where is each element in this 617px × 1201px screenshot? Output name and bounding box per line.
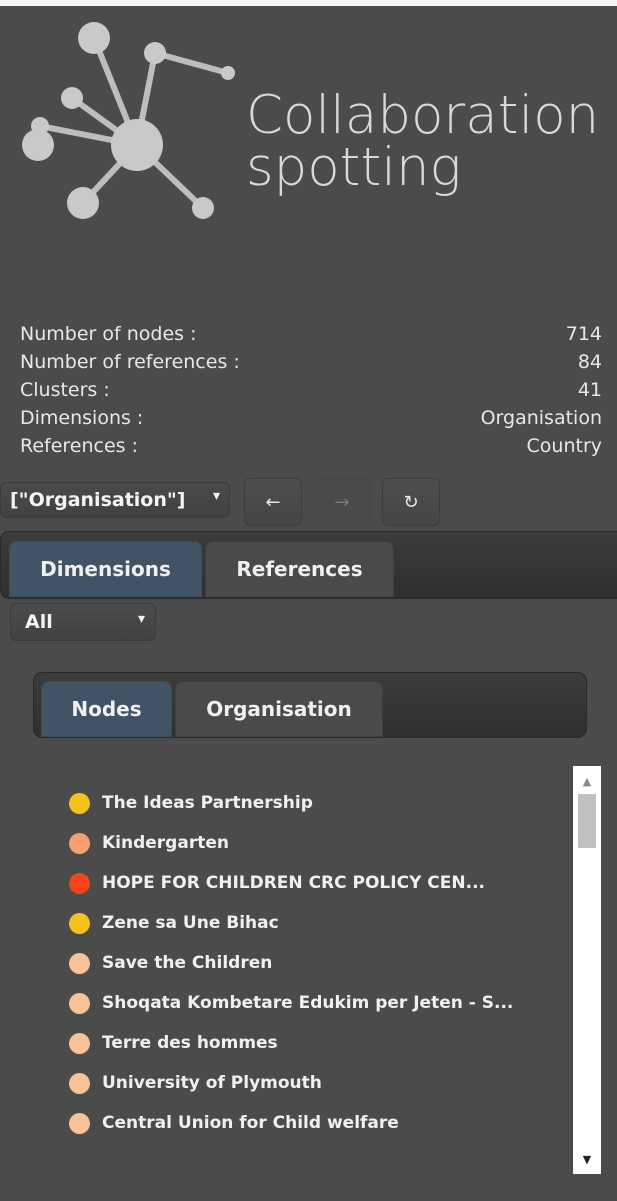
tab-nodes[interactable]: Nodes (41, 681, 172, 737)
app-title: Collaboration spotting (246, 85, 600, 198)
tab-label: Dimensions (40, 557, 171, 581)
list-item[interactable]: The Ideas Partnership (60, 783, 572, 823)
arrow-left-icon: ← (265, 491, 281, 513)
stat-value: Country (526, 435, 602, 457)
list-item[interactable]: Central Union for Child welfare (60, 1103, 572, 1143)
refresh-button[interactable]: ↻ (382, 478, 440, 526)
stat-value: Organisation (480, 407, 602, 429)
stat-label: Dimensions : (20, 407, 144, 429)
node-label: Central Union for Child welfare (102, 1113, 399, 1133)
node-list-scrollbar[interactable]: ▲ ▼ (573, 766, 601, 1174)
cluster-color-dot (69, 1072, 90, 1094)
back-button[interactable]: ← (244, 478, 302, 526)
filter-select[interactable]: All ▾ (10, 603, 156, 641)
list-item[interactable]: Zene sa Une Bihac (60, 903, 572, 943)
list-item[interactable]: Shoqata Kombetare Edukim per Jeten - S..… (60, 983, 572, 1023)
list-item[interactable]: Save the Children (60, 943, 572, 983)
list-item[interactable]: Terre des hommes (60, 1023, 572, 1063)
filter-select-value: All (25, 611, 53, 633)
graph-statistics: Number of nodes : 714 Number of referenc… (20, 320, 602, 460)
list-item[interactable]: University of Plymouth (60, 1063, 572, 1103)
cluster-color-dot (69, 1112, 90, 1134)
node-list: The Ideas Partnership Kindergarten HOPE … (60, 770, 572, 1150)
tab-label: Nodes (71, 697, 142, 721)
stat-reference-type: References : Country (20, 432, 602, 460)
tab-dimensions[interactable]: Dimensions (9, 541, 202, 597)
list-item[interactable]: HOPE FOR CHILDREN CRC POLICY CEN... (60, 863, 572, 903)
stat-value: 84 (577, 351, 602, 373)
node-label: Shoqata Kombetare Edukim per Jeten - S..… (102, 993, 514, 1013)
stat-label: Clusters : (20, 379, 110, 401)
sub-tabbar: Nodes Organisation (33, 672, 587, 738)
main-tabbar: Dimensions References (0, 531, 617, 599)
cluster-color-dot (69, 912, 90, 934)
tab-references[interactable]: References (205, 541, 394, 597)
stat-references: Number of references : 84 (20, 348, 602, 376)
refresh-icon: ↻ (403, 491, 419, 513)
scroll-down-arrow-icon[interactable]: ▼ (573, 1148, 601, 1170)
tab-organisation[interactable]: Organisation (175, 681, 383, 737)
stat-label: Number of references : (20, 351, 240, 373)
node-label: Kindergarten (102, 833, 229, 853)
node-label: The Ideas Partnership (102, 793, 313, 813)
stat-label: Number of nodes : (20, 323, 197, 345)
caret-down-icon: ▾ (137, 611, 145, 627)
forward-button[interactable]: → (313, 478, 371, 526)
scroll-up-arrow-icon[interactable]: ▲ (573, 770, 601, 792)
dimension-select[interactable]: ["Organisation"] ▾ (0, 482, 230, 518)
stat-value: 41 (577, 379, 602, 401)
app-title-line1: Collaboration (246, 85, 600, 146)
stat-nodes: Number of nodes : 714 (20, 320, 602, 348)
stat-value: 714 (565, 323, 602, 345)
stat-clusters: Clusters : 41 (20, 376, 602, 404)
cluster-color-dot (69, 872, 90, 894)
toolbar: ["Organisation"] ▾ ← → ↻ (0, 478, 617, 528)
tab-label: References (236, 557, 363, 581)
dimension-select-value: ["Organisation"] (10, 489, 186, 511)
top-border (0, 0, 617, 6)
cluster-color-dot (69, 952, 90, 974)
cluster-color-dot (69, 832, 90, 854)
node-label: HOPE FOR CHILDREN CRC POLICY CEN... (102, 873, 485, 893)
stat-label: References : (20, 435, 139, 457)
list-item[interactable] (60, 1143, 572, 1150)
list-item[interactable]: Kindergarten (60, 823, 572, 863)
cluster-color-dot (69, 992, 90, 1014)
tab-label: Organisation (206, 697, 352, 721)
cluster-color-dot (69, 792, 90, 814)
caret-down-icon: ▾ (212, 488, 220, 504)
stat-dimensions: Dimensions : Organisation (20, 404, 602, 432)
node-label: University of Plymouth (102, 1073, 322, 1093)
cluster-color-dot (69, 1032, 90, 1054)
node-label: Save the Children (102, 953, 273, 973)
app-title-line2: spotting (246, 137, 462, 198)
node-label: Terre des hommes (102, 1033, 278, 1053)
arrow-right-icon: → (334, 491, 350, 513)
scroll-thumb[interactable] (578, 794, 596, 848)
node-label: Zene sa Une Bihac (102, 913, 279, 933)
